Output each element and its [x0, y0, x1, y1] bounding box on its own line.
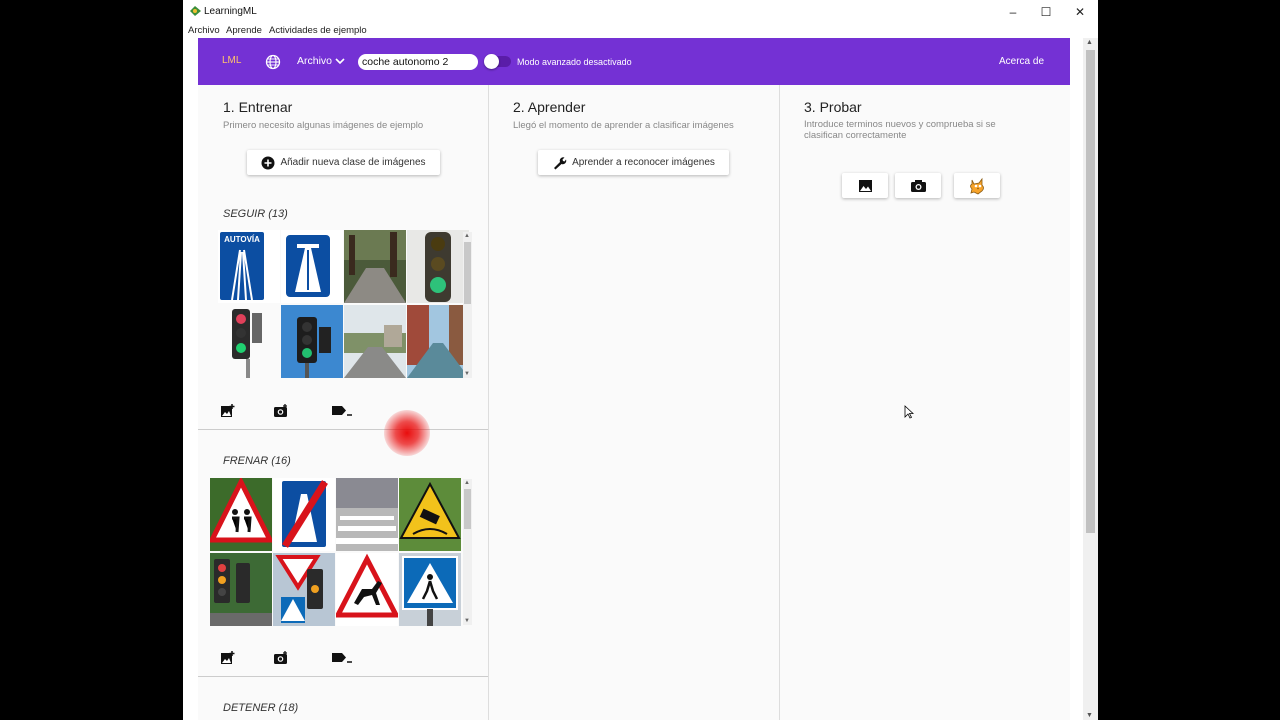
- mouse-cursor-highlight: [384, 410, 430, 456]
- camera-icon: [910, 179, 926, 192]
- example-image-motorway-sign[interactable]: [281, 230, 343, 303]
- class-card-frenar: FRENAR (16) ▲ ▼: [198, 432, 488, 677]
- add-camera-icon[interactable]: [274, 404, 288, 417]
- example-image-end-motorway-sign[interactable]: [273, 478, 335, 551]
- scroll-up-arrow-icon[interactable]: ▲: [464, 233, 470, 239]
- add-class-label: Añadir nueva clase de imágenes: [280, 157, 426, 168]
- close-button[interactable]: ✕: [1068, 3, 1092, 21]
- autovia-sign-text: AUTOVÍA: [224, 235, 260, 244]
- lml-logo[interactable]: LML: [222, 55, 241, 66]
- test-scratch-button[interactable]: [954, 173, 1000, 198]
- example-image-suburban-road[interactable]: [344, 305, 406, 378]
- train-subtitle: Primero necesito algunas imágenes de eje…: [223, 120, 424, 131]
- example-image-autovia-sign[interactable]: AUTOVÍA: [218, 230, 280, 303]
- archivo-label: Archivo: [297, 55, 333, 67]
- window-title: LearningML: [204, 6, 257, 17]
- wrench-icon: [554, 157, 567, 170]
- example-image-children-warning-sign[interactable]: [210, 478, 272, 551]
- example-image-car-falling-sign[interactable]: [399, 478, 461, 551]
- maximize-button[interactable]: ☐: [1034, 3, 1058, 21]
- example-image-pedestrian-crossing-sign[interactable]: [399, 553, 461, 626]
- seguir-images-scrollbar[interactable]: ▲ ▼: [463, 232, 472, 378]
- app-toolbar: LML Archivo Modo avanzado desactivado Ac…: [198, 38, 1070, 85]
- learn-subtitle: Llegó el momento de aprender a clasifica…: [513, 120, 734, 131]
- example-image-traffic-light-sky[interactable]: [281, 305, 343, 378]
- menu-actividades[interactable]: Actividades de ejemplo: [269, 25, 367, 36]
- scrollbar-thumb[interactable]: [464, 242, 471, 304]
- add-image-icon[interactable]: [221, 651, 235, 664]
- test-subtitle-line2: clasifican correctamente: [804, 130, 907, 141]
- menu-aprende[interactable]: Aprende: [226, 25, 262, 36]
- example-image-traffic-light-street[interactable]: [218, 305, 280, 378]
- app-logo-icon: [190, 6, 201, 16]
- image-icon: [858, 179, 872, 192]
- scrollbar-thumb[interactable]: [1086, 50, 1095, 533]
- add-camera-icon[interactable]: [274, 651, 288, 664]
- train-column: 1. Entrenar Primero necesito algunas imá…: [198, 85, 488, 720]
- chevron-down-icon: [335, 58, 345, 65]
- advanced-mode-toggle[interactable]: [484, 54, 511, 69]
- test-subtitle-line1: Introduce terminos nuevos y comprueba si…: [804, 119, 996, 130]
- add-circle-icon: [261, 156, 275, 169]
- scroll-down-arrow-icon[interactable]: ▼: [464, 618, 470, 624]
- scratch-cat-icon: [970, 177, 984, 194]
- project-name-input[interactable]: [358, 54, 478, 70]
- main-content: 1. Entrenar Primero necesito algunas imá…: [198, 85, 1070, 720]
- test-camera-button[interactable]: [895, 173, 941, 198]
- archivo-dropdown[interactable]: Archivo: [297, 55, 345, 67]
- example-image-green-traffic-light[interactable]: [407, 230, 469, 303]
- title-bar: LearningML – ☐ ✕: [183, 0, 1098, 23]
- toggle-knob: [484, 54, 499, 69]
- test-column: 3. Probar Introduce terminos nuevos y co…: [779, 85, 1070, 720]
- class-name[interactable]: SEGUIR (13): [223, 208, 288, 220]
- example-image-deer-warning-sign[interactable]: [336, 553, 398, 626]
- scroll-up-arrow-icon[interactable]: ▲: [1086, 39, 1093, 46]
- add-class-button[interactable]: Añadir nueva clase de imágenes: [247, 150, 440, 175]
- learn-column: 2. Aprender Llegó el momento de aprender…: [384, 85, 914, 720]
- scroll-down-arrow-icon[interactable]: ▼: [464, 371, 470, 377]
- example-image-yield-and-traffic-light[interactable]: [273, 553, 335, 626]
- class-name[interactable]: FRENAR (16): [223, 455, 291, 467]
- example-image-city-street[interactable]: [407, 305, 469, 378]
- scrollbar-thumb[interactable]: [464, 489, 471, 529]
- test-heading: 3. Probar: [804, 99, 862, 115]
- example-image-crosswalk[interactable]: [336, 478, 398, 551]
- label-remove-icon[interactable]: [332, 404, 354, 417]
- window-scrollbar[interactable]: ▲ ▼: [1083, 38, 1098, 720]
- test-image-button[interactable]: [842, 173, 888, 198]
- learn-button-label: Aprender a reconocer imágenes: [572, 157, 715, 168]
- app-window: LearningML – ☐ ✕ Archivo Aprende Activid…: [183, 0, 1098, 720]
- card-divider: [198, 429, 488, 430]
- train-heading: 1. Entrenar: [223, 99, 293, 115]
- example-image-traffic-lights-trees[interactable]: [210, 553, 272, 626]
- about-link[interactable]: Acerca de: [999, 56, 1044, 67]
- learn-button[interactable]: Aprender a reconocer imágenes: [538, 150, 729, 175]
- class-card-detener: DETENER (18): [198, 679, 488, 720]
- frenar-images-scrollbar[interactable]: ▲ ▼: [463, 479, 472, 625]
- scroll-down-arrow-icon[interactable]: ▼: [1086, 712, 1093, 719]
- learn-heading: 2. Aprender: [513, 99, 586, 115]
- label-remove-icon[interactable]: [332, 651, 354, 664]
- example-image-forest-road[interactable]: [344, 230, 406, 303]
- menu-bar: Archivo Aprende Actividades de ejemplo: [183, 23, 1098, 38]
- card-divider: [198, 676, 488, 677]
- class-name[interactable]: DETENER (18): [223, 702, 298, 714]
- class-card-seguir: SEGUIR (13) AUTOVÍA ▲ ▼: [198, 185, 488, 430]
- add-image-icon[interactable]: [221, 404, 235, 417]
- scroll-up-arrow-icon[interactable]: ▲: [464, 480, 470, 486]
- minimize-button[interactable]: –: [1001, 3, 1025, 21]
- language-globe-icon[interactable]: [265, 54, 281, 70]
- menu-archivo[interactable]: Archivo: [188, 25, 220, 36]
- advanced-mode-label: Modo avanzado desactivado: [517, 57, 632, 67]
